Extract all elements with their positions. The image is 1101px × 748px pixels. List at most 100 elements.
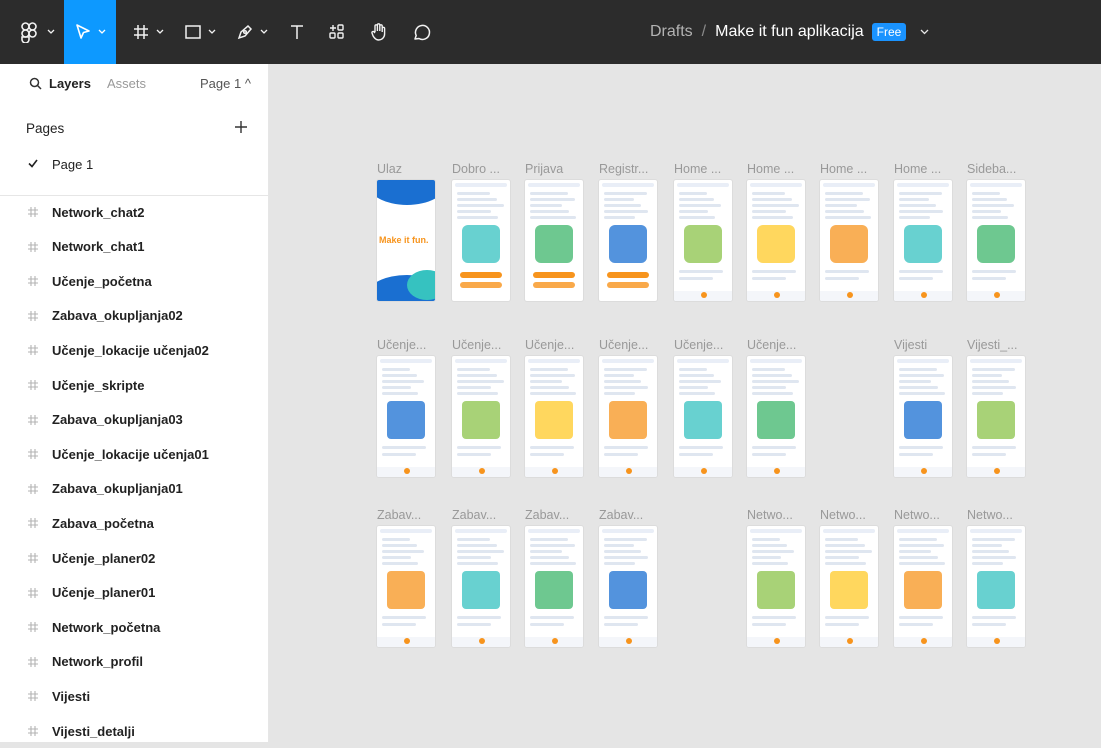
frame-text-line [604, 392, 635, 395]
frame-thumbnail[interactable] [599, 180, 657, 301]
frame-thumbnail[interactable] [747, 526, 805, 647]
frame-label[interactable]: Dobro ... [452, 162, 500, 176]
design-canvas[interactable]: Ulaz Make it fun. Dobro ... Prijava Registr.… [269, 64, 1101, 742]
layer-row[interactable]: Učenje_skripte [0, 368, 268, 402]
frame-thumbnail[interactable] [452, 526, 510, 647]
frame-label[interactable]: Učenje... [674, 338, 723, 352]
chevron-down-icon[interactable] [920, 29, 929, 35]
layer-row[interactable]: Učenje_planer02 [0, 541, 268, 575]
frame-thumbnail[interactable] [820, 526, 878, 647]
page-item-page-1[interactable]: Page 1 [52, 157, 93, 172]
frame-label[interactable]: Učenje... [377, 338, 426, 352]
frame-thumbnail[interactable] [525, 526, 583, 647]
frame-text-line [679, 270, 723, 273]
layer-row[interactable]: Zabava_okupljanja03 [0, 403, 268, 437]
layer-row[interactable]: Vijesti_detalji [0, 714, 268, 748]
frame-thumbnail[interactable] [452, 180, 510, 301]
frame-text-line [530, 544, 575, 547]
frame-label[interactable]: Registr... [599, 162, 648, 176]
page-selector[interactable]: Page 1 ^ [200, 76, 251, 91]
layer-row[interactable]: Učenje_planer01 [0, 576, 268, 610]
frame-thumbnail[interactable] [674, 180, 732, 301]
layer-row[interactable]: Network_početna [0, 610, 268, 644]
frame-label[interactable]: Netwo... [820, 508, 866, 522]
frame-label[interactable]: Učenje... [525, 338, 574, 352]
frame-thumbnail[interactable] [820, 180, 878, 301]
layer-row[interactable]: Vijesti [0, 679, 268, 713]
breadcrumb-drafts[interactable]: Drafts [650, 23, 693, 41]
layer-row[interactable]: Network_chat1 [0, 230, 268, 264]
layer-row[interactable]: Učenje_lokacije učenja01 [0, 437, 268, 471]
frame-label[interactable]: Učenje... [599, 338, 648, 352]
frame-label[interactable]: Home ... [674, 162, 721, 176]
add-page-icon[interactable] [234, 120, 248, 134]
frame-text-line [604, 216, 635, 219]
frame-label[interactable]: Ulaz [377, 162, 402, 176]
text-tool-button[interactable] [282, 0, 312, 64]
frame-thumbnail[interactable] [967, 180, 1025, 301]
search-icon[interactable] [29, 77, 42, 90]
frame-label[interactable]: Sideba... [967, 162, 1016, 176]
tab-layers[interactable]: Layers [49, 76, 91, 91]
frame-text-line [604, 616, 648, 619]
frame-label[interactable]: Zabav... [525, 508, 569, 522]
frame-text-line [457, 623, 491, 626]
frame-thumbnail[interactable] [967, 526, 1025, 647]
frame-label[interactable]: Netwo... [894, 508, 940, 522]
hand-tool-button[interactable] [364, 0, 394, 64]
frame-text-line [752, 192, 785, 195]
layer-row[interactable]: Zabava_okupljanja01 [0, 472, 268, 506]
frame-thumbnail[interactable] [674, 356, 732, 477]
frame-tool-button[interactable] [126, 0, 170, 64]
frame-label[interactable]: Učenje... [747, 338, 796, 352]
comment-tool-button[interactable] [406, 0, 436, 64]
layer-row[interactable]: Učenje_početna [0, 264, 268, 298]
frame-thumbnail[interactable] [747, 180, 805, 301]
frame-thumbnail[interactable] [967, 356, 1025, 477]
frame-label[interactable]: Zabav... [599, 508, 643, 522]
frame-label[interactable]: Učenje... [452, 338, 501, 352]
layer-row[interactable]: Zabava_početna [0, 506, 268, 540]
frame-thumbnail[interactable] [525, 356, 583, 477]
frame-thumbnail[interactable] [894, 526, 952, 647]
file-name[interactable]: Make it fun aplikacija [715, 23, 864, 41]
plan-badge[interactable]: Free [871, 23, 907, 41]
layer-row[interactable]: Zabava_okupljanja02 [0, 299, 268, 333]
frame-thumbnail[interactable] [599, 356, 657, 477]
frame-label[interactable]: Vijesti_... [967, 338, 1018, 352]
main-menu-button[interactable] [14, 0, 60, 64]
frame-label[interactable]: Vijesti [894, 338, 927, 352]
frame-thumbnail[interactable] [377, 526, 435, 647]
move-tool-button[interactable] [64, 0, 116, 64]
frame-thumbnail[interactable] [452, 356, 510, 477]
frame-text-line [679, 210, 708, 213]
chevron-down-icon [260, 29, 268, 34]
frame-label[interactable]: Prijava [525, 162, 563, 176]
frame-thumbnail[interactable] [894, 180, 952, 301]
frame-thumbnail[interactable]: Make it fun. [377, 180, 435, 301]
frame-thumbnail[interactable] [599, 526, 657, 647]
frame-thumbnail[interactable] [377, 356, 435, 477]
pen-tool-button[interactable] [230, 0, 274, 64]
resources-tool-button[interactable] [322, 0, 352, 64]
layer-row[interactable]: Network_chat2 [0, 195, 268, 229]
frame-thumbnail[interactable] [894, 356, 952, 477]
frame-nav-dot [774, 638, 780, 644]
tab-assets[interactable]: Assets [107, 76, 146, 91]
frame-text-line [530, 216, 576, 219]
frame-label[interactable]: Netwo... [747, 508, 793, 522]
frame-label[interactable]: Home ... [820, 162, 867, 176]
frame-label[interactable]: Zabav... [377, 508, 421, 522]
layer-row[interactable]: Network_profil [0, 645, 268, 679]
rectangle-icon [185, 25, 201, 39]
frame-thumbnail[interactable] [525, 180, 583, 301]
frame-label[interactable]: Home ... [747, 162, 794, 176]
frame-thumbnail[interactable] [747, 356, 805, 477]
frame-label[interactable]: Zabav... [452, 508, 496, 522]
frame-label[interactable]: Home ... [894, 162, 941, 176]
frame-label[interactable]: Netwo... [967, 508, 1013, 522]
hash-frame-icon [134, 25, 148, 39]
frame-text-line [899, 270, 943, 273]
layer-row[interactable]: Učenje_lokacije učenja02 [0, 333, 268, 367]
shape-tool-button[interactable] [178, 0, 222, 64]
